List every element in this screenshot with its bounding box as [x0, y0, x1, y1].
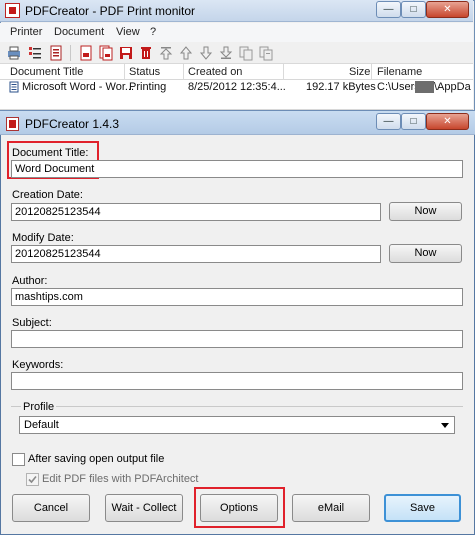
- copy-icon[interactable]: [238, 45, 254, 61]
- move-up-icon[interactable]: [178, 45, 194, 61]
- job-size: 192.17 kBytes: [306, 81, 376, 93]
- move-bottom-icon[interactable]: [218, 45, 234, 61]
- keywords-field[interactable]: [11, 372, 463, 390]
- col-document-title[interactable]: Document Title: [10, 66, 83, 78]
- col-divider[interactable]: [371, 64, 372, 80]
- profile-group-border: [11, 406, 463, 407]
- col-filename[interactable]: Filename: [377, 66, 422, 78]
- keywords-label: Keywords:: [12, 359, 64, 371]
- monitor-title: PDFCreator - PDF Print monitor: [25, 4, 196, 18]
- move-down-icon[interactable]: [198, 45, 214, 61]
- close-icon[interactable]: ✕: [426, 1, 469, 18]
- creation-date-now-button[interactable]: Now: [389, 202, 462, 221]
- delete-icon[interactable]: [138, 45, 154, 61]
- author-label: Author:: [12, 275, 48, 287]
- edit-pdf-checkbox[interactable]: [26, 473, 39, 486]
- save-document-icon[interactable]: [118, 45, 134, 61]
- move-top-icon[interactable]: [158, 45, 174, 61]
- cancel-button[interactable]: Cancel: [12, 494, 90, 522]
- options-button[interactable]: Options: [200, 494, 278, 522]
- job-title: Microsoft Word - Wor...: [22, 81, 135, 93]
- checkmark-icon: [28, 475, 37, 484]
- menu-help[interactable]: ?: [150, 26, 156, 38]
- toolbar-separator: [70, 45, 71, 61]
- col-created-on[interactable]: Created on: [188, 66, 242, 78]
- edit-pdf-label: Edit PDF files with PDFArchitect: [42, 473, 199, 485]
- profile-select[interactable]: Default: [19, 416, 455, 434]
- document-title-field[interactable]: Word Document: [11, 160, 463, 178]
- author-field[interactable]: mashtips.com: [11, 288, 463, 306]
- wait-collect-button[interactable]: Wait - Collect: [105, 494, 183, 522]
- after-saving-checkbox[interactable]: [12, 453, 25, 466]
- dialog-title: PDFCreator 1.4.3: [25, 117, 120, 131]
- document-list-icon[interactable]: [48, 45, 64, 61]
- profile-label: Profile: [21, 401, 57, 413]
- pdfcreator-app-icon: [6, 117, 19, 131]
- chevron-down-icon: [441, 423, 449, 428]
- email-button[interactable]: eMail: [292, 494, 370, 522]
- menu-view[interactable]: View: [116, 26, 140, 38]
- job-status: Printing: [129, 81, 167, 93]
- print-job-icon: [9, 81, 19, 93]
- modify-date-label: Modify Date:: [12, 232, 74, 244]
- table-row[interactable]: Microsoft Word - Wor... Printing 8/25/20…: [0, 80, 473, 95]
- merge-icon[interactable]: [258, 45, 274, 61]
- col-divider[interactable]: [283, 64, 284, 80]
- monitor-menubar: Printer Document View ?: [0, 23, 473, 42]
- monitor-toolbar: [0, 42, 473, 64]
- job-created: 8/25/2012 12:35:4...: [188, 81, 286, 93]
- document-title-label: Document Title:: [12, 147, 89, 159]
- pdfcreator-app-icon: [5, 3, 20, 18]
- job-list-empty-area: [0, 95, 473, 110]
- close-icon[interactable]: ✕: [426, 113, 469, 130]
- minimize-icon[interactable]: —: [376, 1, 401, 18]
- col-divider[interactable]: [183, 64, 184, 80]
- subject-field[interactable]: [11, 330, 463, 348]
- minimize-icon[interactable]: —: [376, 113, 401, 130]
- menu-printer[interactable]: Printer: [10, 26, 42, 38]
- maximize-icon[interactable]: □: [401, 1, 426, 18]
- dialog-titlebar: PDFCreator 1.4.3 — □ ✕: [0, 110, 475, 135]
- pdf-document-icon[interactable]: [78, 45, 94, 61]
- job-list-header: Document Title Status Created on Size Fi…: [0, 64, 473, 80]
- job-filename-suffix: \AppDa: [434, 81, 471, 93]
- monitor-titlebar: PDFCreator - PDF Print monitor — □ ✕: [0, 0, 473, 22]
- maximize-icon[interactable]: □: [401, 113, 426, 130]
- creation-date-label: Creation Date:: [12, 189, 83, 201]
- printer-icon[interactable]: [6, 45, 22, 61]
- redacted-username: [415, 81, 434, 93]
- save-button[interactable]: Save: [384, 494, 461, 522]
- creation-date-field[interactable]: 20120825123544: [11, 203, 381, 221]
- modify-date-field[interactable]: 20120825123544: [11, 245, 381, 263]
- col-size[interactable]: Size: [349, 66, 370, 78]
- profile-selected-value: Default: [24, 419, 59, 431]
- queue-list-icon[interactable]: [27, 45, 43, 61]
- subject-label: Subject:: [12, 317, 52, 329]
- combine-documents-icon[interactable]: [98, 45, 114, 61]
- col-divider[interactable]: [124, 64, 125, 80]
- after-saving-label: After saving open output file: [28, 453, 165, 465]
- col-status[interactable]: Status: [129, 66, 160, 78]
- modify-date-now-button[interactable]: Now: [389, 244, 462, 263]
- menu-document[interactable]: Document: [54, 26, 104, 38]
